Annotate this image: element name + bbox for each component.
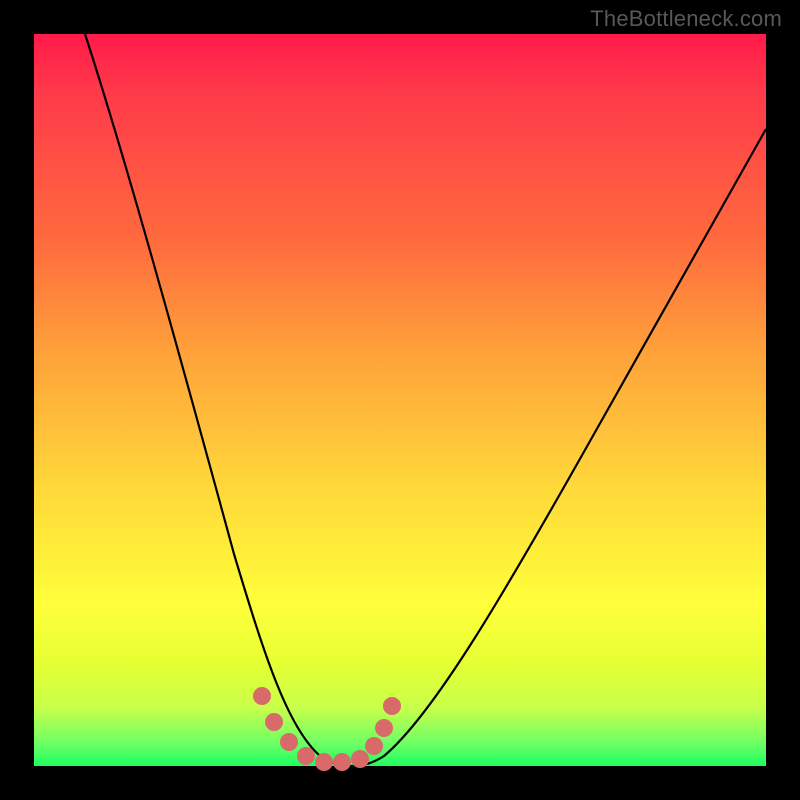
highlight-dot	[365, 737, 383, 755]
highlight-dot	[333, 753, 351, 771]
highlight-dot	[280, 733, 298, 751]
bottleneck-curve-svg	[34, 34, 766, 766]
watermark-text: TheBottleneck.com	[590, 6, 782, 32]
bottleneck-curve-path	[85, 34, 766, 766]
highlight-dot	[253, 687, 271, 705]
highlight-dot	[375, 719, 393, 737]
chart-frame: TheBottleneck.com	[0, 0, 800, 800]
highlight-dot	[315, 753, 333, 771]
highlight-dot	[383, 697, 401, 715]
plot-area	[34, 34, 766, 766]
highlight-dot	[297, 747, 315, 765]
highlight-dot	[351, 750, 369, 768]
highlight-dot	[265, 713, 283, 731]
